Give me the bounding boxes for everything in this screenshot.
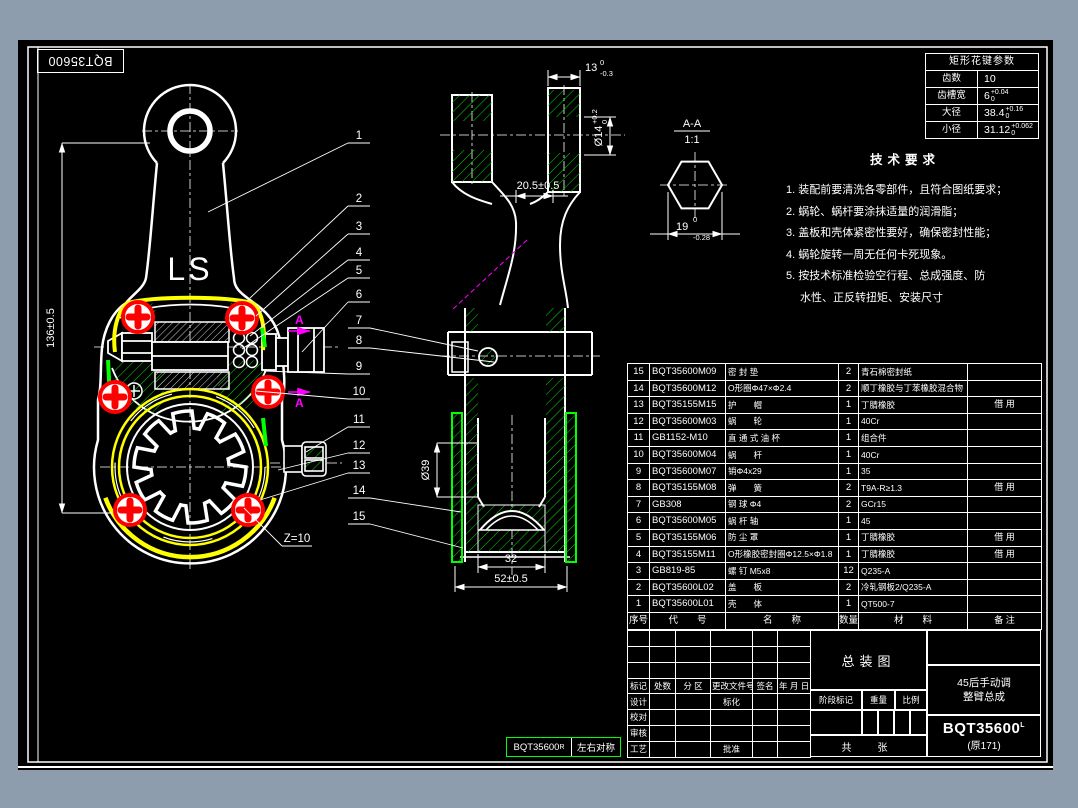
bom-row: 2 BQT35600L02 盖 板 2 冷轧钢板2/Q235-A (627, 578, 1042, 597)
scale-label: 比例 (895, 690, 927, 710)
spline-row: 小径 31.12 +0.062 0 (925, 121, 1039, 139)
product-name: 45后手动调 整臂总成 (927, 665, 1041, 715)
tech-line: 5. 按技术标准检验空行程、总成强度、防 (786, 270, 986, 282)
weight-label: 重量 (862, 690, 895, 710)
bom-row: 8 BQT35155M08 弹 簧 2 T9A-R≥1.3 借 用 (627, 479, 1042, 497)
tech-line: 3. 盖板和壳体紧密性要好，确保密封性能； (786, 227, 997, 239)
tech-line: 1. 装配前要清洗各零部件，且符合图纸要求； (786, 184, 1008, 196)
stage-box (862, 710, 878, 735)
bom-row: 5 BQT35155M06 防 尘 罩 1 丁腈橡胶 借 用 (627, 528, 1042, 547)
symmetry-note: 左右对称 (571, 738, 620, 756)
bom-row: 11 GB1152-M10 直 通 式 油 杯 1 组合件 (627, 429, 1042, 447)
technical-requirements: 技术要求 1. 装配前要清洗各零部件，且符合图纸要求； 2. 蜗轮、蜗杆要涂抹适量… (786, 149, 1078, 309)
bom-table: 15 BQT35600M09 密 封 垫 2 青石棉密封纸 14 BQT3560… (627, 363, 1042, 630)
revision-row: 校对 (627, 709, 811, 727)
bom-row: 6 BQT35600M05 蜗 杆 轴 1 45 (627, 512, 1042, 530)
bom-row: 1 BQT35600L01 壳 体 1 QT500-7 (627, 595, 1042, 613)
bom-row: 3 GB819-85 螺 钉 M5x8 12 Q235-A (627, 562, 1042, 580)
bom-row: 10 BQT35600M04 蜗 杆 1 40Cr (627, 445, 1042, 464)
stage-box (878, 710, 894, 735)
stage-box (894, 710, 910, 735)
revision-row: 工艺 批准 (627, 740, 811, 758)
stage-box (910, 710, 927, 735)
symmetry-code: BQT35600 R (513, 741, 565, 753)
stage-mark-label: 阶段标记 (810, 690, 862, 710)
revision-block: 标记 处数 分 区更改文件号 签名年 月 日 设计 标化 校对 审核 工艺 批准 (627, 630, 811, 758)
revision-row (627, 661, 811, 679)
spline-row: 齿槽宽 6 +0.04 0 (925, 87, 1039, 105)
revision-row: 标记 处数 分 区更改文件号 签名年 月 日 (627, 677, 811, 695)
bom-row: 12 BQT35600M03 蜗 轮 1 40Cr (627, 412, 1042, 431)
spline-row: 齿数 10 (925, 70, 1039, 88)
bom-row: 4 BQT35155M11 O形橡胶密封圈Φ12.5×Φ1.8 1 丁腈橡胶 借… (627, 545, 1042, 564)
company-box (927, 630, 1041, 665)
tech-line: 水性、正反转扭矩、安装尺寸 (786, 291, 944, 304)
bom-row: 14 BQT35600M12 O形圈Φ47×Φ2.4 2 顺丁橡胶与丁苯橡胶混合… (627, 379, 1042, 398)
bom-row: 7 GB308 钢 球 Φ4 2 GCr15 (627, 495, 1042, 514)
sheet-count-label: 共 张 (810, 735, 927, 757)
revision-row (627, 630, 811, 647)
tech-line: 2. 蜗轮、蜗杆要涂抹适量的润滑脂； (786, 205, 964, 218)
revision-row: 设计 标化 (627, 693, 811, 711)
revision-row: 审核 (627, 725, 811, 742)
spline-parameter-table: 矩形花键参数 齿数 10 齿槽宽 6 +0.04 0 大径 38.4 +0.16 0 小… (925, 53, 1039, 139)
cad-viewer: { "colors":{"background":"#8d9dae","canv… (0, 0, 1078, 808)
revision-row (627, 645, 811, 663)
corner-drawing-number: BQT35600 (37, 49, 124, 73)
stage-box (810, 710, 862, 735)
spline-table-title: 矩形花键参数 (925, 53, 1039, 71)
bom-row: 13 BQT35155M15 护 帽 1 丁腈橡胶 借 用 (627, 396, 1042, 414)
drawing-number: BQT35600L (原171) (927, 715, 1041, 757)
bom-row: 9 BQT35600M07 销Φ4x29 1 35 (627, 462, 1042, 481)
bom-header-row: 序号 代 号 名 称 数量 材 料 备 注 (627, 611, 1042, 630)
tech-line: 4. 蜗轮旋转一周无任何卡死现象。 (786, 248, 953, 261)
assembly-type-label: 总装图 (810, 630, 927, 690)
symmetry-stamp: BQT35600 R 左右对称 (506, 737, 621, 757)
spline-row: 大径 38.4 +0.16 0 (925, 104, 1039, 122)
bom-row: 15 BQT35600M09 密 封 垫 2 青石棉密封纸 (627, 363, 1042, 381)
tech-title: 技术要求 (869, 153, 940, 167)
